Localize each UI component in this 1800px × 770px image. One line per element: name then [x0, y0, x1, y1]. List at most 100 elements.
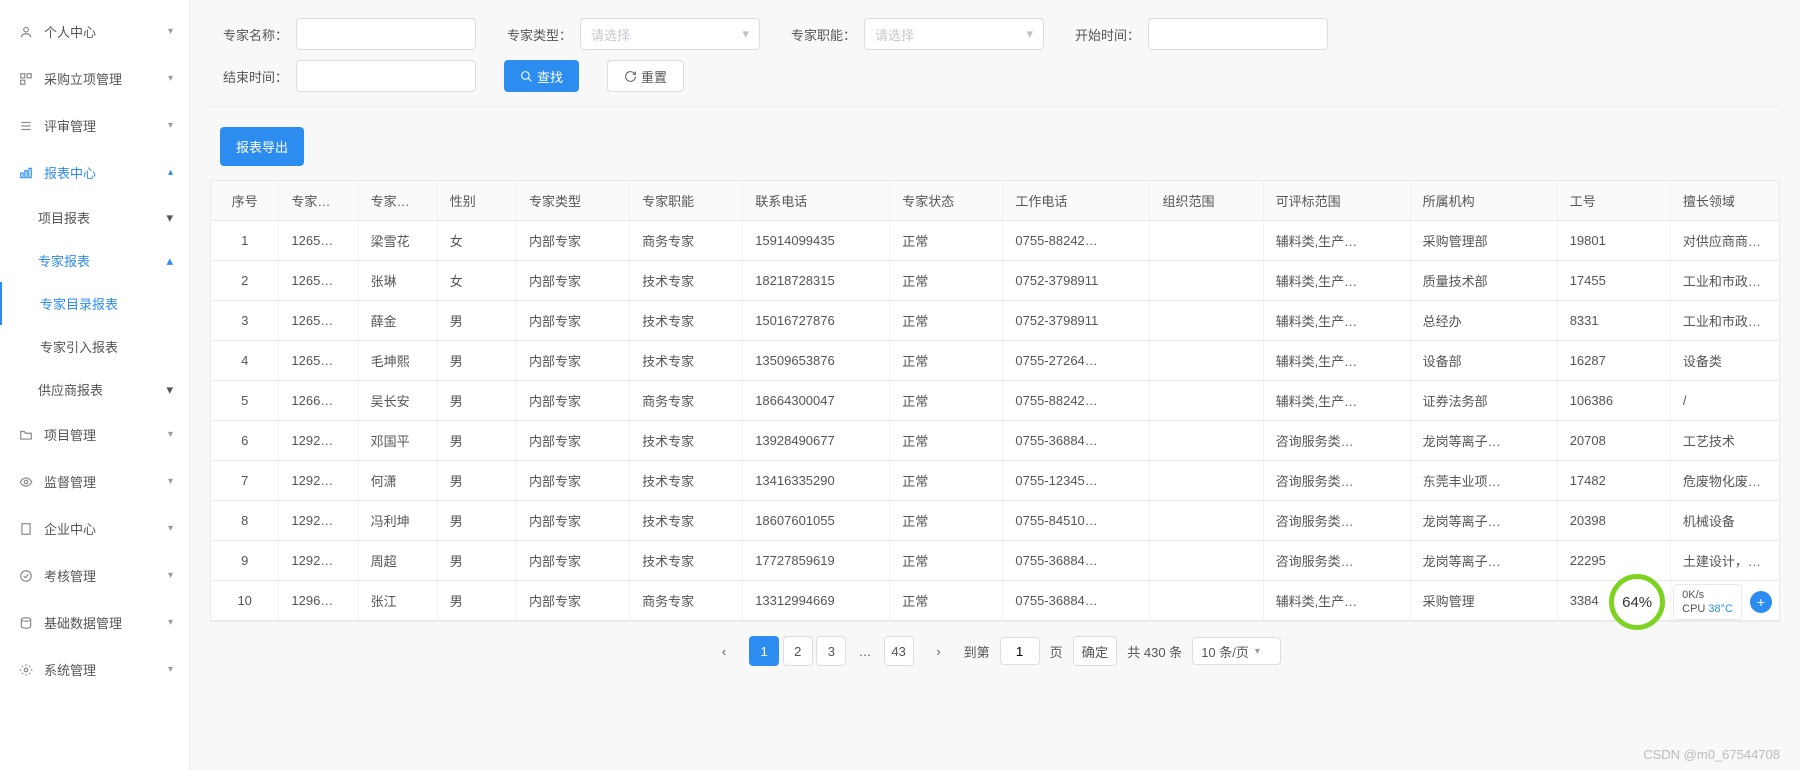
- sidebar-item-system[interactable]: 系统管理 ▾: [0, 646, 189, 693]
- sidebar-sub2-expert-import[interactable]: 专家引入报表: [0, 325, 189, 368]
- table-cell: 商务专家: [630, 581, 743, 621]
- grid-icon: [18, 71, 34, 87]
- perf-net: 0K/s: [1682, 589, 1733, 601]
- table-cell: 商务专家: [630, 221, 743, 261]
- pager-page[interactable]: 43: [884, 636, 914, 666]
- sidebar-sub-expert-report[interactable]: 专家报表 ▴: [0, 239, 189, 282]
- pager-page[interactable]: 1: [749, 636, 779, 666]
- filter-label-type: 专家类型：: [504, 25, 572, 44]
- end-time-input[interactable]: [296, 60, 476, 92]
- sidebar-item-enterprise[interactable]: 企业中心 ▾: [0, 505, 189, 552]
- table-cell: 辅料类,生产…: [1263, 341, 1410, 381]
- table-cell: [1150, 221, 1263, 261]
- table-cell: 8331: [1557, 301, 1670, 341]
- table-cell: 1292…: [279, 501, 358, 541]
- sidebar-sub2-expert-dir[interactable]: 专家目录报表: [0, 282, 189, 325]
- table-cell: 辅料类,生产…: [1263, 301, 1410, 341]
- pager-size-select[interactable]: 10 条/页: [1192, 637, 1281, 665]
- table-cell: [1150, 381, 1263, 421]
- table-row[interactable]: 81292…冯利坤男内部专家技术专家18607601055正常0755-8451…: [211, 501, 1780, 541]
- table-row[interactable]: 21265…张琳女内部专家技术专家18218728315正常0752-37989…: [211, 261, 1780, 301]
- folder-icon: [18, 427, 34, 443]
- table-cell: 内部专家: [516, 541, 629, 581]
- table-row[interactable]: 91292…周超男内部专家技术专家17727859619正常0755-36884…: [211, 541, 1780, 581]
- pager-confirm-button[interactable]: 确定: [1073, 636, 1118, 666]
- refresh-icon: [624, 70, 637, 83]
- table-cell: 13928490677: [743, 421, 890, 461]
- table-cell: [1150, 341, 1263, 381]
- check-icon: [18, 568, 34, 584]
- sidebar-item-reports[interactable]: 报表中心 ▴: [0, 149, 189, 196]
- sidebar-sub-supplier-report[interactable]: 供应商报表 ▾: [0, 368, 189, 411]
- table-cell: 17727859619: [743, 541, 890, 581]
- sidebar-item-label: 报表中心: [44, 163, 168, 182]
- table-cell: 18218728315: [743, 261, 890, 301]
- sidebar-item-label: 监督管理: [44, 472, 168, 491]
- table-cell: 机械设备: [1670, 501, 1780, 541]
- table-cell: 技术专家: [630, 421, 743, 461]
- table-row[interactable]: 11265…梁雪花女内部专家商务专家15914099435正常0755-8824…: [211, 221, 1780, 261]
- table-cell: 正常: [890, 221, 1003, 261]
- table-cell: 0755-36884…: [1003, 581, 1150, 621]
- sidebar-sub-project-report[interactable]: 项目报表 ▾: [0, 196, 189, 239]
- export-button[interactable]: 报表导出: [220, 127, 304, 166]
- table-cell: 0755-27264…: [1003, 341, 1150, 381]
- expert-name-input[interactable]: [296, 18, 476, 50]
- search-button[interactable]: 查找: [504, 60, 579, 92]
- sidebar-item-project-mgmt[interactable]: 项目管理 ▾: [0, 411, 189, 458]
- table-cell: [1150, 301, 1263, 341]
- expert-role-select[interactable]: 请选择: [864, 18, 1044, 50]
- table-cell: 内部专家: [516, 501, 629, 541]
- sidebar-sub-label: 专家报表: [38, 251, 90, 270]
- table-cell: 龙岗等离子…: [1410, 501, 1557, 541]
- chevron-up-icon: ▴: [166, 253, 173, 269]
- pager-next[interactable]: ›: [924, 636, 954, 666]
- table-cell: 咨询服务类…: [1263, 461, 1410, 501]
- plus-icon[interactable]: +: [1750, 591, 1772, 613]
- table-cell: 4: [211, 341, 279, 381]
- pager-goto-input[interactable]: [1000, 637, 1040, 665]
- table-cell: 2: [211, 261, 279, 301]
- table-cell: [1150, 581, 1263, 621]
- sidebar-item-review[interactable]: 评审管理 ▾: [0, 102, 189, 149]
- sidebar-item-supervise[interactable]: 监督管理 ▾: [0, 458, 189, 505]
- table-row[interactable]: 31265…薛金男内部专家技术专家15016727876正常0752-37989…: [211, 301, 1780, 341]
- start-time-input[interactable]: [1148, 18, 1328, 50]
- reset-button[interactable]: 重置: [607, 60, 684, 92]
- table-cell: 周超: [358, 541, 437, 581]
- table-cell: 咨询服务类…: [1263, 501, 1410, 541]
- table-cell: 咨询服务类…: [1263, 541, 1410, 581]
- expert-type-select[interactable]: 请选择: [580, 18, 760, 50]
- table-header: 工作电话: [1003, 181, 1150, 221]
- table-row[interactable]: 71292…何潇男内部专家技术专家13416335290正常0755-12345…: [211, 461, 1780, 501]
- data-table: 序号专家…专家…性别专家类型专家职能联系电话专家状态工作电话组织范围可评标范围所…: [210, 180, 1780, 622]
- sidebar-item-label: 评审管理: [44, 116, 168, 135]
- sidebar-item-label: 个人中心: [44, 22, 168, 41]
- filter-label-end: 结束时间：: [220, 67, 288, 86]
- chart-icon: [18, 165, 34, 181]
- pager-page[interactable]: 3: [816, 636, 846, 666]
- table-header: 序号: [211, 181, 279, 221]
- sidebar-item-personal[interactable]: 个人中心 ▾: [0, 8, 189, 55]
- building-icon: [18, 521, 34, 537]
- table-cell: 商务专家: [630, 381, 743, 421]
- sidebar-item-assessment[interactable]: 考核管理 ▾: [0, 552, 189, 599]
- table-cell: 0755-88242…: [1003, 221, 1150, 261]
- table-row[interactable]: 101296…张江男内部专家商务专家13312994669正常0755-3688…: [211, 581, 1780, 621]
- table-cell: 17482: [1557, 461, 1670, 501]
- table-cell: 技术专家: [630, 541, 743, 581]
- pager-prev[interactable]: ‹: [709, 636, 739, 666]
- table-row[interactable]: 41265…毛坤熙男内部专家技术专家13509653876正常0755-2726…: [211, 341, 1780, 381]
- table-cell: 男: [437, 301, 516, 341]
- sidebar-item-basedata[interactable]: 基础数据管理 ▾: [0, 599, 189, 646]
- table-cell: 内部专家: [516, 381, 629, 421]
- table-row[interactable]: 51266…吴长安男内部专家商务专家18664300047正常0755-8824…: [211, 381, 1780, 421]
- pager-page[interactable]: 2: [783, 636, 813, 666]
- table-cell: 工艺技术: [1670, 421, 1780, 461]
- table-cell: 男: [437, 501, 516, 541]
- sidebar-item-procurement[interactable]: 采购立项管理 ▾: [0, 55, 189, 102]
- table-row[interactable]: 61292…邓国平男内部专家技术专家13928490677正常0755-3688…: [211, 421, 1780, 461]
- pager-goto-label: 到第: [964, 642, 990, 661]
- table-cell: 18607601055: [743, 501, 890, 541]
- table-cell: 张琳: [358, 261, 437, 301]
